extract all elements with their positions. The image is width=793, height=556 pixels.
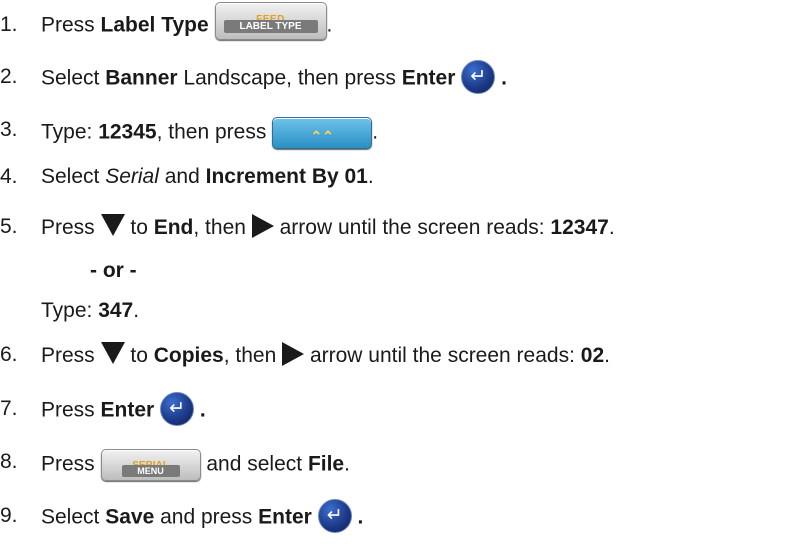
- value-12345: 12345: [98, 120, 157, 144]
- file-text: File: [307, 452, 345, 476]
- step-text: .: [344, 452, 350, 476]
- label-type-key-label: LABEL TYPE: [223, 20, 318, 33]
- end-text: End: [153, 216, 194, 239]
- step-number: 3.: [0, 118, 18, 141]
- step-number: 8.: [0, 450, 18, 473]
- step-text: Landscape, then press: [177, 66, 402, 90]
- step-text: Type:: [41, 299, 99, 322]
- step-text: Select: [41, 66, 106, 90]
- step-text: .: [199, 398, 206, 422]
- step-text: and press: [154, 505, 259, 529]
- or-text: - or -: [90, 259, 137, 282]
- enter-key-icon: ↵: [461, 60, 496, 94]
- step-number: 9.: [0, 504, 18, 527]
- step-text: .: [501, 66, 507, 90]
- increment-text: Increment By 01: [205, 165, 368, 188]
- step-text: to: [124, 344, 154, 367]
- step-text: Press: [41, 398, 101, 422]
- enter-key-icon: ↵: [317, 499, 352, 533]
- step-text: , then press: [156, 120, 267, 144]
- step-number: 6.: [0, 343, 18, 366]
- step-number: 5.: [0, 215, 18, 238]
- enter-text: Enter: [100, 398, 155, 422]
- step-text: .: [133, 299, 140, 322]
- step-text: .: [326, 13, 333, 37]
- right-arrow-icon: [251, 214, 274, 238]
- enter-text: Enter: [401, 66, 456, 90]
- step-text: Press: [41, 216, 95, 239]
- step-text: Select: [41, 505, 106, 529]
- double-up-chevron-icon: ⌃⌃: [310, 128, 334, 144]
- down-arrow-icon: [100, 342, 125, 364]
- enter-key-icon: ↵: [160, 392, 195, 426]
- or-separator: - or -: [90, 258, 137, 284]
- value-12347: 12347: [550, 216, 609, 239]
- step-text: .: [608, 216, 615, 239]
- serial-menu-key-icon: SERIAL MENU: [100, 449, 201, 481]
- step-text: and: [158, 165, 206, 188]
- step-text: Select: [41, 165, 106, 188]
- right-arrow-icon: [282, 342, 305, 366]
- step-number: 1.: [0, 13, 18, 36]
- alt-type-line: Type: 347.: [41, 298, 139, 324]
- step-text: , then: [223, 344, 277, 367]
- banner-text: Banner: [105, 66, 178, 90]
- step-number: 4.: [0, 165, 18, 188]
- step-text: to: [124, 216, 154, 239]
- serial-text: Serial: [105, 165, 159, 188]
- step-text: , then: [193, 216, 246, 239]
- down-arrow-icon: [100, 214, 125, 236]
- copies-text: Copies: [153, 344, 224, 367]
- step-text: Type:: [41, 120, 99, 144]
- feed-label-type-key-icon: FEED LABEL TYPE: [214, 2, 327, 40]
- step-text: .: [372, 120, 379, 144]
- step-text: .: [367, 165, 374, 188]
- step-text: Press: [41, 452, 95, 476]
- step-text: arrow until the screen reads:: [304, 344, 581, 367]
- enter-text: Enter: [258, 505, 312, 529]
- menu-key-label: MENU: [121, 465, 180, 477]
- step-number: 2.: [0, 65, 18, 88]
- value-347: 347: [98, 299, 134, 322]
- save-text: Save: [105, 505, 155, 529]
- step-text: and select: [200, 452, 308, 476]
- step-text: .: [604, 344, 610, 367]
- step-text: Press: [41, 344, 95, 367]
- label-type-text: Label Type: [100, 13, 209, 37]
- value-02: 02: [580, 344, 605, 367]
- shift-key-icon: ⌃⌃: [272, 117, 373, 149]
- step-text: arrow until the screen reads:: [273, 216, 551, 239]
- step-text: Press: [41, 13, 101, 37]
- step-number: 7.: [0, 397, 18, 420]
- step-text: .: [357, 505, 364, 529]
